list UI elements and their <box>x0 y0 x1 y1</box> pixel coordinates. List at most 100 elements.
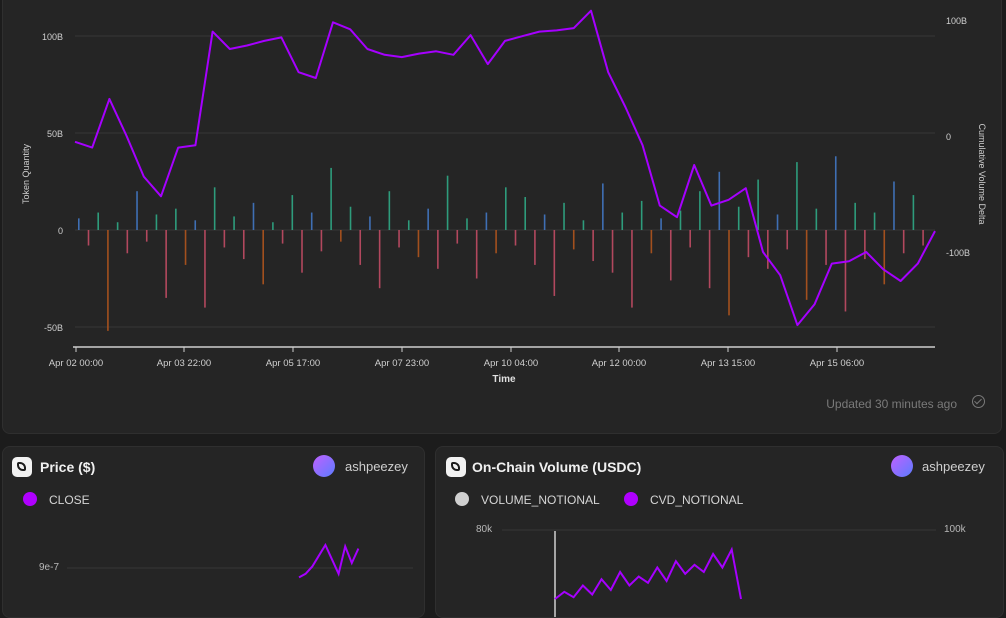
volume-panel: On-Chain Volume (USDC) ashpeezey VOLUME_… <box>435 446 1004 618</box>
buy-bar <box>97 212 100 230</box>
buy-bar <box>291 195 294 230</box>
buy-bar <box>310 212 313 230</box>
buy-bar <box>815 208 818 230</box>
buy-bar <box>446 175 449 230</box>
main-chart-card: 100B 50B 0 -50B 100B 0 -100B Apr 02 00:00 Apr 0… <box>2 0 1002 434</box>
price-panel: Price ($) ashpeezey CLOSE 9e-7 <box>2 446 425 618</box>
sell-bar <box>456 230 459 244</box>
sell-bar <box>145 230 148 242</box>
sell-bar <box>281 230 284 244</box>
sell-bar <box>689 230 691 248</box>
buy-bar <box>854 202 856 230</box>
sell-bar <box>301 230 303 273</box>
sell-bar <box>126 230 129 254</box>
x-tick-label: Apr 13 15:00 <box>701 358 755 369</box>
sell-bar <box>611 230 614 273</box>
y-left-tick-label: -50B <box>44 323 63 333</box>
sell-bar <box>592 230 594 262</box>
buy-bar <box>272 222 274 230</box>
sell-bar <box>922 230 924 246</box>
buy-bar <box>407 220 410 230</box>
buy-bar <box>233 216 235 230</box>
cvd-notional-line <box>554 546 742 600</box>
buy-bar <box>757 179 759 230</box>
buy-bar <box>679 210 682 230</box>
buy-bar <box>543 214 546 230</box>
buy-bar <box>466 218 468 230</box>
sell-bar <box>825 230 827 265</box>
buy-bar <box>175 208 177 230</box>
x-tick-label: Apr 05 17:00 <box>266 358 320 369</box>
sell-bar <box>883 230 886 285</box>
y-ticks: 100B 50B 0 -50B 100B 0 -100B <box>42 16 970 333</box>
buy-bar <box>213 187 216 230</box>
sell-bar <box>864 230 866 260</box>
x-ticks: Apr 02 00:00 Apr 03 22:00 Apr 05 17:00 Apr … <box>49 347 864 369</box>
y-left-tick-label: 50B <box>47 129 63 139</box>
buy-bar <box>252 202 255 230</box>
sell-bar <box>242 230 245 260</box>
volume-chart <box>502 529 936 617</box>
sell-bar <box>184 230 187 265</box>
sell-bar <box>262 230 264 285</box>
sell-bar <box>417 230 420 258</box>
sell-bar <box>767 230 769 269</box>
sell-bar <box>87 230 90 246</box>
buy-bar <box>582 220 585 230</box>
sell-bar <box>359 230 362 265</box>
buy-bar <box>737 206 740 230</box>
x-tick-label: Apr 15 06:00 <box>810 358 864 369</box>
check-circle-icon <box>972 395 985 408</box>
buy-bar <box>194 220 197 230</box>
sell-bar <box>204 230 206 308</box>
sell-bar <box>747 230 750 258</box>
sell-bar <box>902 230 905 254</box>
sell-bar <box>495 230 497 254</box>
sell-bar <box>553 230 556 296</box>
buy-bar <box>116 222 119 230</box>
volume-bars <box>78 156 924 331</box>
y-left-tick-label: 100B <box>42 32 63 42</box>
buy-bar <box>796 162 798 230</box>
sell-bar <box>669 230 672 281</box>
buy-bar <box>699 191 701 230</box>
sell-bar <box>572 230 575 250</box>
buy-bar <box>912 195 915 230</box>
sell-bar <box>165 230 167 298</box>
sell-bar <box>107 230 109 331</box>
y-right-tick-label: -100B <box>946 248 970 258</box>
buy-bar <box>873 212 876 230</box>
sell-bar <box>631 230 633 308</box>
buy-bar <box>485 212 488 230</box>
buy-bar <box>427 208 429 230</box>
sell-bar <box>786 230 789 250</box>
buy-bar <box>621 212 624 230</box>
buy-bar <box>834 156 837 230</box>
sell-bar <box>650 230 653 254</box>
y-left-tick-label: 0 <box>58 226 63 236</box>
buy-bar <box>78 218 80 230</box>
sell-bar <box>437 230 439 269</box>
price-chart <box>67 542 413 579</box>
y-left-label: Token Quantity <box>21 143 31 204</box>
sell-bar <box>475 230 478 279</box>
sell-bar <box>514 230 517 246</box>
sell-bar <box>805 230 808 300</box>
sell-bar <box>223 230 226 248</box>
buy-bar <box>349 206 352 230</box>
buy-bar <box>776 214 779 230</box>
sell-bar <box>534 230 536 265</box>
x-tick-label: Apr 12 00:00 <box>592 358 646 369</box>
buy-bar <box>660 218 662 230</box>
x-tick-label: Apr 03 22:00 <box>157 358 211 369</box>
sell-bar <box>708 230 711 289</box>
sell-bar <box>320 230 323 252</box>
buy-bar <box>640 200 643 230</box>
buy-bar <box>893 181 895 230</box>
sell-bar <box>378 230 381 289</box>
sell-bar <box>398 230 400 248</box>
x-axis-label: Time <box>492 374 516 385</box>
x-tick-label: Apr 10 04:00 <box>484 358 538 369</box>
buy-bar <box>524 197 527 230</box>
buy-bar <box>388 191 391 230</box>
